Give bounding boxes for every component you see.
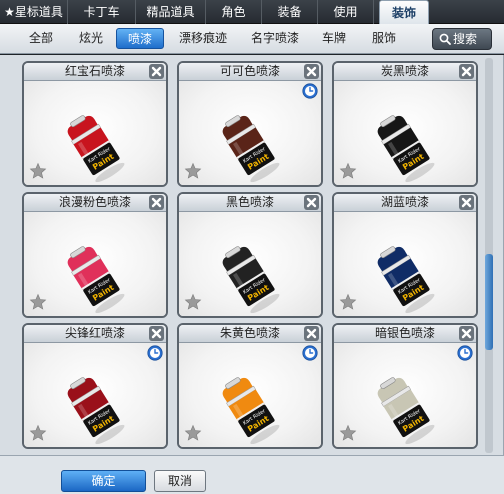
spray-can-icon: Kart Rider Paint xyxy=(59,373,129,445)
subtab-name-paint[interactable]: 名字喷漆 xyxy=(244,28,306,49)
item-preview: Kart Rider Paint xyxy=(334,212,476,316)
item-preview: Kart Rider Paint xyxy=(179,212,321,316)
subtab-glow[interactable]: 炫光 xyxy=(72,28,110,49)
clock-icon xyxy=(302,83,318,99)
subtab-clothing[interactable]: 服饰 xyxy=(366,28,402,49)
close-icon[interactable] xyxy=(304,64,319,79)
item-name: 尖锋红喷漆 xyxy=(24,325,166,343)
clock-icon xyxy=(147,345,163,361)
item-preview: Kart Rider Paint xyxy=(24,343,166,447)
close-icon[interactable] xyxy=(304,326,319,341)
item-card[interactable]: 浪漫粉色喷漆 Kart Rider Paint xyxy=(22,192,168,318)
item-card[interactable]: 炭黑喷漆 Kart Rider Paint xyxy=(332,61,478,187)
item-preview: Kart Rider Paint xyxy=(24,212,166,316)
item-preview: Kart Rider Paint xyxy=(24,81,166,185)
close-icon[interactable] xyxy=(459,195,474,210)
close-icon[interactable] xyxy=(149,326,164,341)
item-name: 朱黄色喷漆 xyxy=(179,325,321,343)
item-card[interactable]: 暗银色喷漆 Kart Rider Paint xyxy=(332,323,478,449)
spray-can-icon: Kart Rider Paint xyxy=(214,111,284,183)
tab-equipment[interactable]: 装备 xyxy=(262,0,318,24)
favorite-star-icon[interactable] xyxy=(184,424,202,442)
item-card[interactable]: 朱黄色喷漆 Kart Rider Paint xyxy=(177,323,323,449)
favorite-star-icon[interactable] xyxy=(29,424,47,442)
spray-can-icon: Kart Rider Paint xyxy=(369,373,439,445)
item-grid-panel: 红宝石喷漆 Kart Rider Paint 可可色喷漆 Kart Rider Paint… xyxy=(0,55,504,455)
close-icon[interactable] xyxy=(459,326,474,341)
top-tab-bar: ★星标道具 卡丁车 精品道具 角色 装备 使用 装饰 xyxy=(0,0,504,25)
tab-star-items[interactable]: ★星标道具 xyxy=(0,0,68,24)
item-preview: Kart Rider Paint xyxy=(179,343,321,447)
item-name: 可可色喷漆 xyxy=(179,63,321,81)
spray-can-icon: Kart Rider Paint xyxy=(369,242,439,314)
sub-tab-bar: 全部 炫光 喷漆 漂移痕迹 名字喷漆 车牌 服饰 搜索 xyxy=(0,24,504,54)
tab-character[interactable]: 角色 xyxy=(206,0,262,24)
item-card[interactable]: 红宝石喷漆 Kart Rider Paint xyxy=(22,61,168,187)
spray-can-icon: Kart Rider Paint xyxy=(214,242,284,314)
item-name: 浪漫粉色喷漆 xyxy=(24,194,166,212)
item-name: 黑色喷漆 xyxy=(179,194,321,212)
item-card[interactable]: 尖锋红喷漆 Kart Rider Paint xyxy=(22,323,168,449)
item-card[interactable]: 湖蓝喷漆 Kart Rider Paint xyxy=(332,192,478,318)
cancel-button[interactable]: 取消 xyxy=(154,470,206,492)
footer-bar: 确定 取消 xyxy=(0,455,504,494)
scrollbar[interactable] xyxy=(485,58,493,453)
tab-decoration[interactable]: 装饰 xyxy=(379,0,429,25)
item-card[interactable]: 黑色喷漆 Kart Rider Paint xyxy=(177,192,323,318)
favorite-star-icon[interactable] xyxy=(339,293,357,311)
subtab-license-plate[interactable]: 车牌 xyxy=(316,28,352,49)
clock-icon xyxy=(457,345,473,361)
item-name: 红宝石喷漆 xyxy=(24,63,166,81)
clock-icon xyxy=(302,345,318,361)
item-name: 暗银色喷漆 xyxy=(334,325,476,343)
scroll-thumb[interactable] xyxy=(485,254,493,350)
favorite-star-icon[interactable] xyxy=(339,424,357,442)
spray-can-icon: Kart Rider Paint xyxy=(214,373,284,445)
close-icon[interactable] xyxy=(459,64,474,79)
item-preview: Kart Rider Paint xyxy=(334,343,476,447)
spray-can-icon: Kart Rider Paint xyxy=(59,242,129,314)
confirm-button[interactable]: 确定 xyxy=(61,470,146,492)
item-preview: Kart Rider Paint xyxy=(179,81,321,185)
favorite-star-icon[interactable] xyxy=(184,162,202,180)
item-name: 炭黑喷漆 xyxy=(334,63,476,81)
favorite-star-icon[interactable] xyxy=(339,162,357,180)
favorite-star-icon[interactable] xyxy=(184,293,202,311)
close-icon[interactable] xyxy=(149,64,164,79)
close-icon[interactable] xyxy=(304,195,319,210)
tab-kart[interactable]: 卡丁车 xyxy=(68,0,136,24)
subtab-all[interactable]: 全部 xyxy=(22,28,60,49)
item-name: 湖蓝喷漆 xyxy=(334,194,476,212)
favorite-star-icon[interactable] xyxy=(29,162,47,180)
close-icon[interactable] xyxy=(149,195,164,210)
magnifier-icon xyxy=(439,33,451,45)
item-preview: Kart Rider Paint xyxy=(334,81,476,185)
tab-premium-items[interactable]: 精品道具 xyxy=(136,0,206,24)
favorite-star-icon[interactable] xyxy=(29,293,47,311)
tab-use[interactable]: 使用 xyxy=(318,0,374,24)
spray-can-icon: Kart Rider Paint xyxy=(369,111,439,183)
search-label: 搜索 xyxy=(453,32,478,46)
item-card[interactable]: 可可色喷漆 Kart Rider Paint xyxy=(177,61,323,187)
subtab-drift-trail[interactable]: 漂移痕迹 xyxy=(172,28,234,49)
search-button[interactable]: 搜索 xyxy=(432,28,492,50)
spray-can-icon: Kart Rider Paint xyxy=(59,111,129,183)
subtab-paint[interactable]: 喷漆 xyxy=(116,28,164,49)
